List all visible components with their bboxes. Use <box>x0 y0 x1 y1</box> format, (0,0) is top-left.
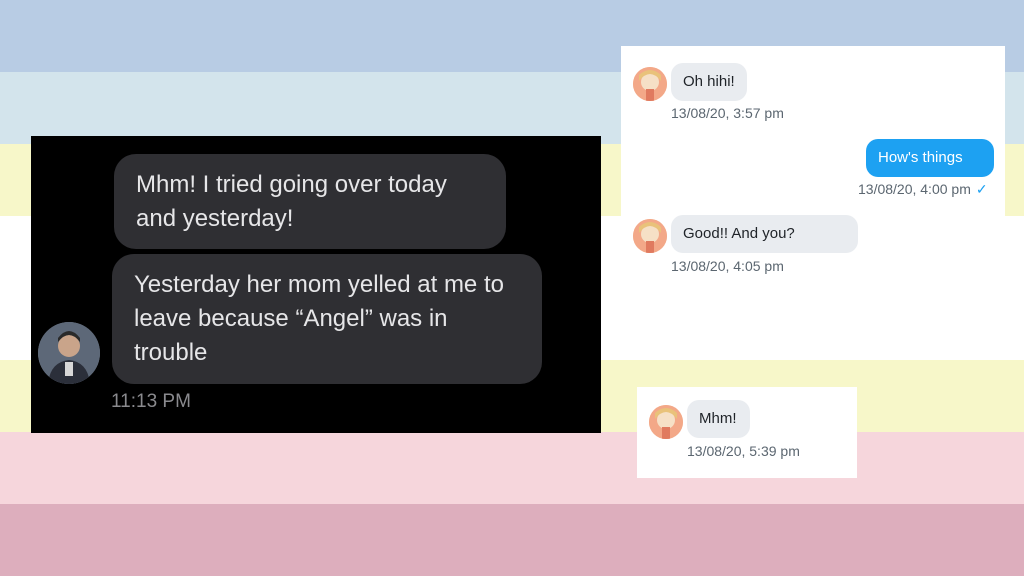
check-icon: ✓ <box>975 181 988 197</box>
light-message-bubble-3[interactable]: Good!! And you? <box>671 215 858 253</box>
light-avatar-1[interactable] <box>633 67 667 101</box>
light-message-text-1: Oh hihi! <box>683 73 735 90</box>
light-message-bubble-2[interactable]: How's things <box>866 139 994 177</box>
light-message-time-4: 13/08/20, 5:39 pm <box>687 443 800 459</box>
light-message-time-3: 13/08/20, 4:05 pm <box>671 258 784 274</box>
light-message-text-4: Mhm! <box>699 410 737 427</box>
light-message-time-1: 13/08/20, 3:57 pm <box>671 105 784 121</box>
anime-avatar-icon <box>633 67 667 101</box>
light-avatar-3[interactable] <box>649 405 683 439</box>
bg-stripe-7 <box>0 504 1024 576</box>
anime-avatar-icon <box>649 405 683 439</box>
light-message-time-2: 13/08/20, 4:00 pm ✓ <box>858 181 988 198</box>
dark-avatar[interactable] <box>38 322 100 384</box>
light-message-bubble-4[interactable]: Mhm! <box>687 400 750 438</box>
bg-stripe-6 <box>0 432 1024 504</box>
light-message-text-2: How's things <box>878 149 963 166</box>
dark-message-text-2: Yesterday her mom yelled at me to leave … <box>134 271 504 366</box>
anime-avatar-icon <box>633 219 667 253</box>
light-message-time-2-text: 13/08/20, 4:00 pm <box>858 181 971 197</box>
light-message-text-3: Good!! And you? <box>683 225 795 242</box>
dark-message-bubble-2[interactable]: Yesterday her mom yelled at me to leave … <box>112 254 542 384</box>
dark-timestamp: 11:13 PM <box>111 391 191 412</box>
light-avatar-2[interactable] <box>633 219 667 253</box>
light-message-bubble-1[interactable]: Oh hihi! <box>671 63 747 101</box>
person-avatar-icon <box>38 322 100 384</box>
dark-message-text-1: Mhm! I tried going over today and yester… <box>136 171 447 232</box>
dark-message-bubble-1[interactable]: Mhm! I tried going over today and yester… <box>114 154 506 249</box>
